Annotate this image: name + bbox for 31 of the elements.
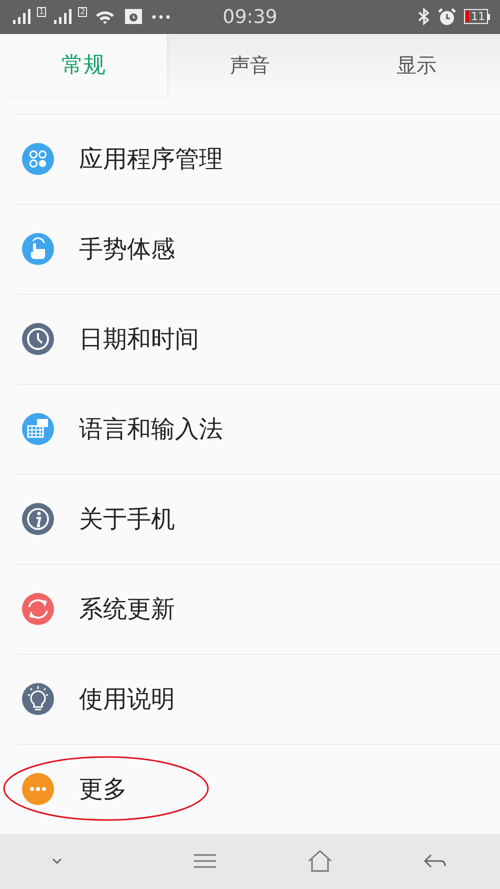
apps-icon <box>22 143 54 176</box>
battery-level: 11 <box>471 11 485 22</box>
info-icon <box>22 503 54 536</box>
hand-icon <box>22 233 54 266</box>
chevron-down-icon <box>51 857 63 866</box>
sim-number: 1 <box>37 7 46 18</box>
clock-icon <box>22 323 54 356</box>
bluetooth-icon <box>418 8 430 26</box>
refresh-icon <box>22 593 54 626</box>
keyboard-icon <box>22 413 54 446</box>
home-icon <box>307 849 333 874</box>
wifi-icon <box>95 8 116 25</box>
lightbulb-icon <box>22 683 54 716</box>
menu-icon <box>193 853 217 870</box>
more-icon <box>152 14 170 19</box>
settings-item[interactable]: 系统更新 <box>17 564 500 654</box>
settings-item[interactable]: 关于手机 <box>17 474 500 564</box>
tab[interactable]: 显示 <box>333 34 500 97</box>
screenshot-icon <box>125 9 142 24</box>
settings-item[interactable]: 语言和输入法 <box>17 384 500 474</box>
signal-icon <box>54 8 74 25</box>
alarm-icon <box>438 8 456 26</box>
settings-item[interactable]: 使用说明 <box>17 654 500 744</box>
settings-item[interactable]: 应用程序管理 <box>17 114 500 204</box>
tab[interactable]: 声音 <box>166 34 334 97</box>
signal-icon <box>13 8 33 25</box>
settings-item[interactable]: 手势体感 <box>17 204 500 294</box>
sim-number: 2 <box>78 7 88 18</box>
clock-time: 09:39 <box>222 6 278 28</box>
more-icon <box>22 773 54 806</box>
settings-item[interactable]: 日期和时间 <box>17 294 500 384</box>
